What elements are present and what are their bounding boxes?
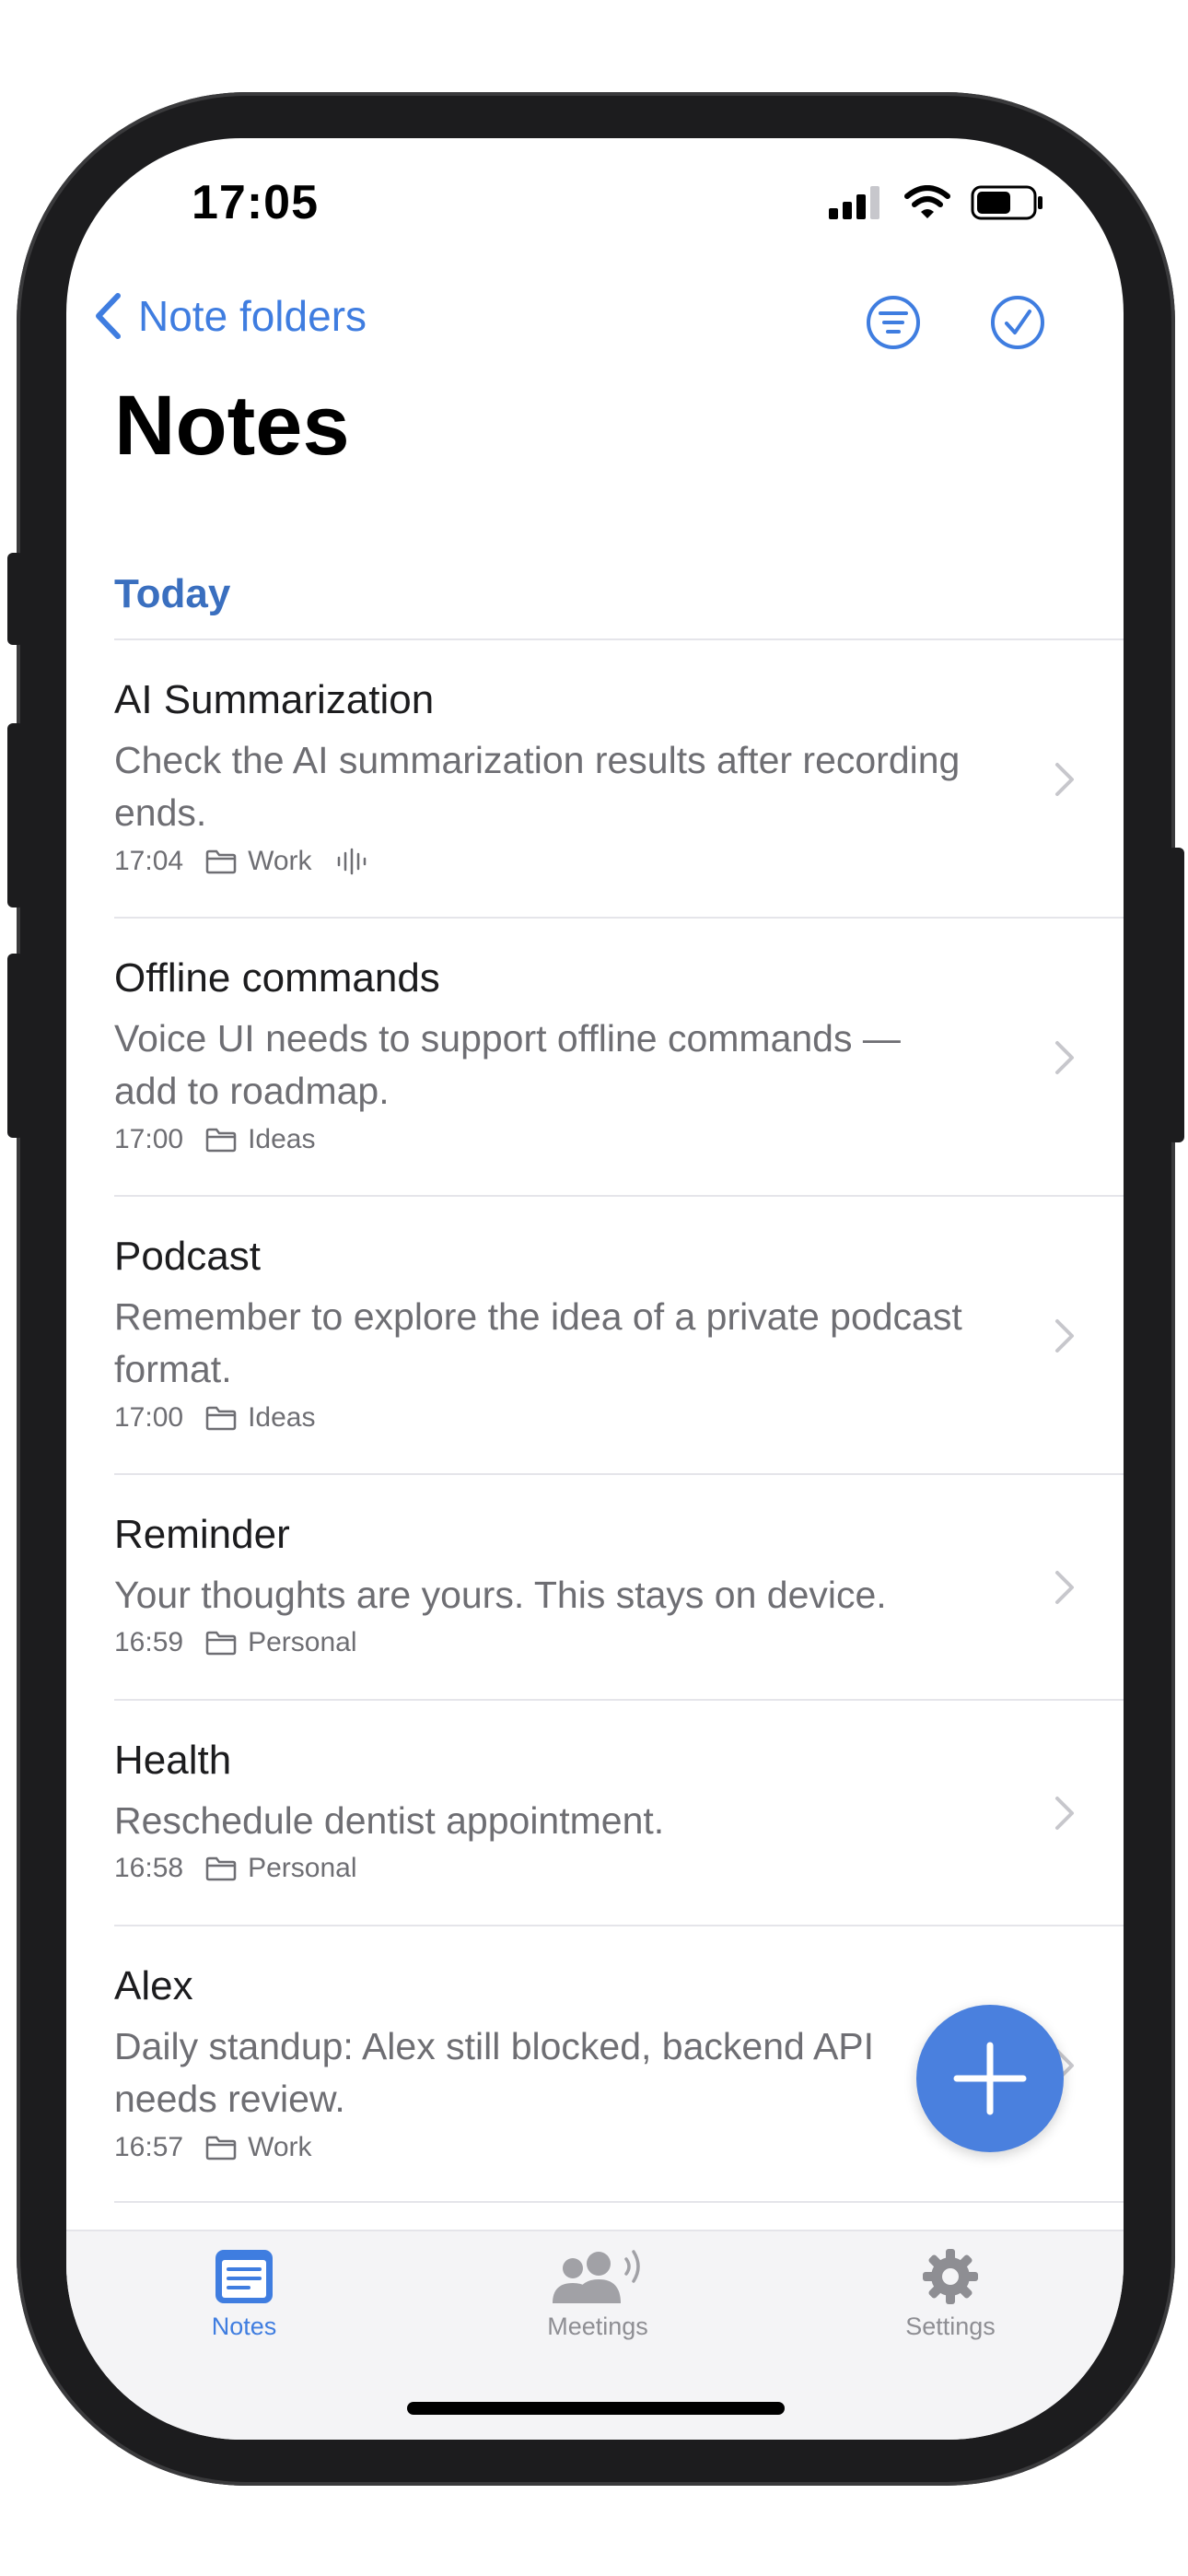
tab-meetings[interactable]: Meetings <box>487 2248 708 2341</box>
battery-icon <box>971 185 1042 220</box>
wifi-icon <box>904 185 950 218</box>
note-body: Voice UI needs to support offline comman… <box>114 1017 901 1112</box>
tab-label: Settings <box>905 2313 996 2340</box>
tab-settings[interactable]: Settings <box>840 2248 1061 2341</box>
new-note-button[interactable] <box>916 2005 1064 2152</box>
note-folder: Ideas <box>248 1124 316 1154</box>
note-meta: 16:59 Personal <box>114 1627 356 1658</box>
folder-icon <box>205 2136 237 2160</box>
note-time: 16:58 <box>114 1853 184 1883</box>
note-meta: 17:04 Work <box>114 846 367 877</box>
note-time: 17:00 <box>114 1402 184 1433</box>
chevron-right-icon <box>1055 1571 1074 1604</box>
screen: 17:05 Note folders Notes Today AI Summar… <box>66 138 1124 2440</box>
note-folder: Personal <box>248 1853 357 1883</box>
note-time: 16:59 <box>114 1627 184 1657</box>
note-body: Check the AI summarization results after… <box>114 739 961 834</box>
note-time: 17:04 <box>114 846 184 876</box>
folder-icon <box>205 849 237 874</box>
gear-icon <box>923 2249 978 2304</box>
folder-icon <box>205 1631 237 1656</box>
note-title: Health <box>114 1738 232 1783</box>
note-body: Your thoughts are yours. This stays on d… <box>114 1574 887 1616</box>
notes-list: AI Summarization Check the AI summarizat… <box>114 638 1124 2203</box>
note-title: Podcast <box>114 1234 261 1279</box>
power-button <box>1168 848 1184 1142</box>
page-title: Notes <box>114 379 350 473</box>
note-time: 16:57 <box>114 2132 184 2162</box>
back-button[interactable]: Note folders <box>94 291 367 341</box>
note-body: Daily standup: Alex still blocked, backe… <box>114 2025 875 2120</box>
note-body: Remember to explore the idea of a privat… <box>114 1295 962 1390</box>
folder-icon <box>205 1406 237 1431</box>
checkmark-circle-icon[interactable] <box>981 286 1054 359</box>
note-meta: 16:57 Work <box>114 2132 312 2163</box>
volume-up-button <box>7 723 24 907</box>
status-bar: 17:05 <box>66 138 1124 267</box>
back-button-label: Note folders <box>138 292 367 340</box>
tab-label: Meetings <box>547 2313 648 2340</box>
note-title: Reminder <box>114 1512 290 1557</box>
chevron-right-icon <box>1055 1041 1074 1074</box>
meetings-icon <box>553 2250 640 2303</box>
note-folder: Personal <box>248 1627 357 1657</box>
note-title: Alex <box>114 1963 193 2008</box>
note-folder: Work <box>248 2132 312 2162</box>
navigation-bar: Note folders <box>66 276 1124 387</box>
home-indicator <box>407 2402 785 2415</box>
status-icons <box>829 184 1044 221</box>
note-meta: 16:58 Personal <box>114 1853 356 1884</box>
note-title: Offline commands <box>114 955 440 1001</box>
note-folder: Work <box>248 846 312 876</box>
section-header-today: Today <box>114 571 231 616</box>
note-row[interactable]: AI Summarization Check the AI summarizat… <box>114 638 1124 917</box>
action-button <box>7 553 24 645</box>
chevron-right-icon <box>1055 1319 1074 1352</box>
folder-icon <box>205 1856 237 1881</box>
chevron-right-icon <box>1055 763 1074 796</box>
notes-icon <box>215 2250 273 2303</box>
filter-icon[interactable] <box>856 286 930 359</box>
volume-down-button <box>7 954 24 1138</box>
chevron-right-icon <box>1055 1797 1074 1830</box>
note-time: 17:00 <box>114 1124 184 1154</box>
chevron-left-icon <box>96 293 121 339</box>
note-row[interactable]: Podcast Remember to explore the idea of … <box>114 1195 1124 1473</box>
tab-label: Notes <box>211 2313 277 2340</box>
status-time: 17:05 <box>192 176 319 229</box>
tab-notes[interactable]: Notes <box>134 2248 355 2341</box>
plus-icon <box>953 2042 1027 2115</box>
folder-icon <box>205 1128 237 1153</box>
note-title: AI Summarization <box>114 677 435 722</box>
note-row[interactable]: Offline commands Voice UI needs to suppo… <box>114 917 1124 1195</box>
note-meta: 17:00 Ideas <box>114 1124 315 1155</box>
audio-waveform-icon <box>337 848 366 875</box>
cellular-signal-icon <box>829 186 879 219</box>
note-row[interactable]: Health Reschedule dentist appointment. 1… <box>114 1699 1124 1925</box>
note-body: Reschedule dentist appointment. <box>114 1799 665 1842</box>
note-meta: 17:00 Ideas <box>114 1402 315 1434</box>
note-folder: Ideas <box>248 1402 316 1433</box>
note-row[interactable]: Reminder Your thoughts are yours. This s… <box>114 1473 1124 1699</box>
